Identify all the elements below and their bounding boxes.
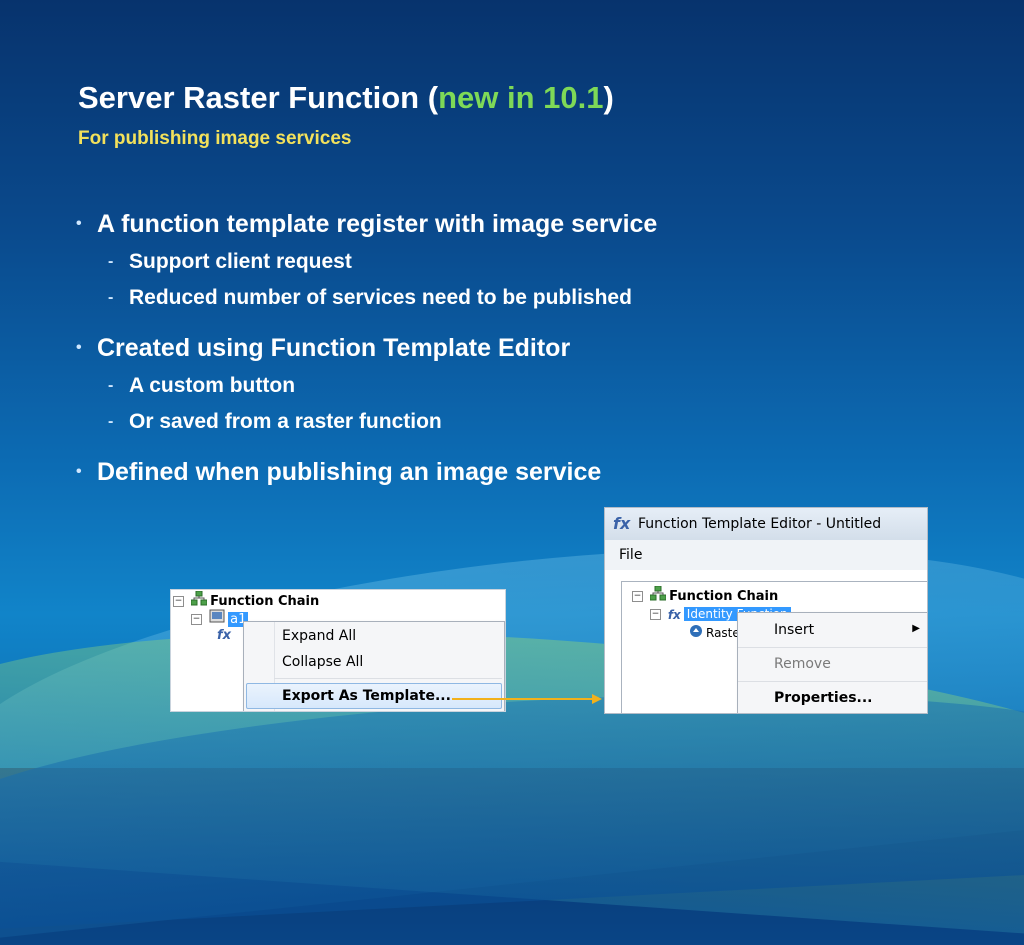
tree-root-label: Function Chain (669, 589, 779, 604)
bullet-list: A function template register with image … (76, 206, 876, 490)
menu-bar: File (605, 540, 927, 570)
sub-bullet-1-1: - Support client request (76, 246, 876, 278)
submenu-arrow-icon: ▶ (912, 623, 920, 634)
collapse-icon[interactable]: − (650, 609, 661, 620)
screenshot-function-template-editor: fx Function Template Editor - Untitled F… (604, 507, 928, 714)
bullet-3: Defined when publishing an image service (76, 454, 876, 490)
function-icon: fx (217, 628, 232, 643)
sub-bullet-marker: - (108, 253, 114, 270)
sub-bullet-marker: - (108, 377, 114, 394)
sub-bullet-2-2: - Or saved from a raster function (76, 406, 876, 438)
sub-bullet-2-1: -A custom button (76, 370, 876, 402)
sub-bullet-text: Or saved from a raster function (129, 410, 442, 433)
sub-bullet-text: Support client request (129, 250, 352, 273)
menu-item-remove[interactable]: Remove (774, 656, 831, 672)
collapse-icon[interactable]: − (173, 596, 184, 607)
title-close-paren: ) (603, 80, 614, 115)
tree-node-raster[interactable]: Raster (686, 624, 745, 642)
menu-item-expand-all[interactable]: Expand All (282, 628, 356, 644)
bullet-2: Created using Function Template Editor (76, 330, 876, 366)
menu-item-properties[interactable]: Properties... (774, 690, 872, 706)
tree-node-a1[interactable]: − a1 (191, 609, 249, 629)
sub-bullet-marker: - (108, 289, 114, 306)
collapse-icon[interactable]: − (191, 613, 202, 625)
menu-item-insert[interactable]: Insert (774, 622, 814, 638)
tree-node-function-chain[interactable]: − Function Chain (173, 590, 320, 609)
menu-item-export-as-template[interactable]: Export As Template... (282, 688, 451, 704)
menu-item-collapse-all[interactable]: Collapse All (282, 654, 363, 670)
collapse-icon[interactable]: − (632, 591, 643, 602)
title-highlight: new in 10.1 (438, 80, 604, 115)
sub-bullet-1-2: - Reduced number of services need to be p… (76, 282, 876, 314)
tree-root-label: Function Chain (210, 594, 320, 609)
raster-icon (209, 609, 225, 629)
sub-bullet-marker: - (108, 413, 114, 430)
raster-variable-icon (689, 624, 703, 643)
function-chain-icon (649, 585, 667, 607)
window-title: Function Template Editor - Untitled (638, 516, 882, 532)
title-main: Server Raster Function (78, 80, 420, 115)
slide-title: Server Raster Function (new in 10.1) (78, 80, 614, 116)
context-menu: Insert ▶ Remove Properties... (737, 612, 927, 713)
slide-subtitle: For publishing image services (78, 128, 352, 149)
arrow-icon (452, 694, 602, 704)
title-open-paren: ( (427, 80, 439, 115)
sub-bullet-text: Reduced number of services need to be pu… (129, 286, 632, 309)
sub-bullet-text: A custom button (129, 374, 296, 397)
menu-file[interactable]: File (619, 540, 642, 570)
function-icon: fx (613, 514, 631, 533)
bullet-1: A function template register with image … (76, 206, 876, 242)
window-titlebar: fx Function Template Editor - Untitled (605, 508, 927, 540)
function-icon: fx (667, 607, 681, 622)
tree-node-function-chain[interactable]: − Function Chain (632, 585, 779, 607)
